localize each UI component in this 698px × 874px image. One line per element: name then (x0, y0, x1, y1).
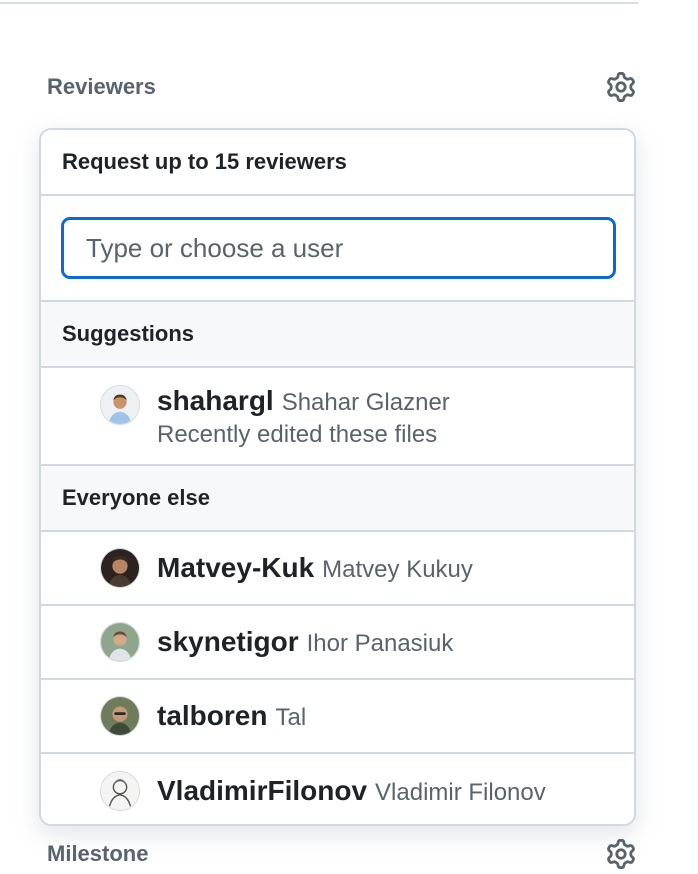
user-avatar-icon (101, 623, 139, 661)
reviewers-popover: Request up to 15 reviewers Suggestions s… (39, 128, 636, 826)
reviewer-option-vladimirfilonov[interactable]: VladimirFilonov Vladimir Filonov (41, 754, 634, 824)
user-fullname: Shahar Glazner (281, 389, 450, 416)
gear-icon (607, 72, 635, 102)
user-fullname: Vladimir Filonov (375, 779, 546, 806)
avatar (100, 771, 140, 811)
milestone-title: Milestone (47, 841, 149, 866)
avatar (100, 385, 140, 425)
user-fullname: Ihor Panasiuk (306, 630, 454, 657)
reviewers-title: Reviewers (47, 74, 156, 99)
milestone-gear-icon[interactable] (605, 838, 637, 870)
everyone-else-heading: Everyone else (41, 466, 634, 532)
user-avatar-icon (101, 386, 139, 424)
reviewer-option-talboren[interactable]: talboren Tal (41, 680, 634, 754)
user-fullname: Tal (275, 704, 307, 731)
avatar (100, 622, 140, 662)
suggestion-reason: Recently edited these files (157, 421, 438, 448)
user-login: VladimirFilonov (157, 775, 368, 806)
suggestions-heading: Suggestions (41, 302, 634, 368)
user-avatar-icon (101, 772, 139, 810)
reviewers-gear-icon[interactable] (605, 71, 637, 103)
reviewer-option-matvey-kuk[interactable]: Matvey-Kuk Matvey Kukuy (41, 532, 634, 606)
gear-icon (607, 839, 635, 869)
user-login: Matvey-Kuk (157, 552, 315, 583)
reviewer-option-skynetigor[interactable]: skynetigor Ihor Panasiuk (41, 606, 634, 680)
popover-header: Request up to 15 reviewers (41, 130, 634, 196)
reviewer-search-input[interactable] (61, 217, 616, 279)
user-avatar-icon (101, 697, 139, 735)
user-login: skynetigor (157, 626, 299, 657)
milestone-header: Milestone (47, 834, 637, 874)
reviewers-header: Reviewers (47, 67, 637, 107)
user-avatar-icon (101, 549, 139, 587)
avatar (100, 548, 140, 588)
user-fullname: Matvey Kukuy (322, 556, 473, 583)
avatar (100, 696, 140, 736)
sidebar-divider (0, 2, 638, 4)
user-login: shahargl (157, 385, 274, 416)
filter-container (41, 196, 634, 302)
user-login: talboren (157, 700, 268, 731)
reviewer-option-shahargl[interactable]: shahargl Shahar Glazner Recently edited … (41, 368, 634, 466)
